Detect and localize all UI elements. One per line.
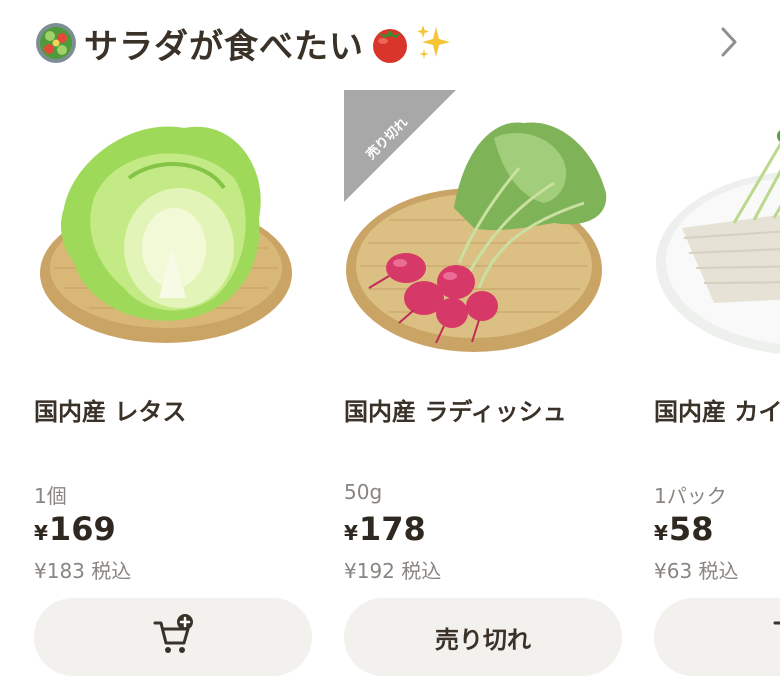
section-title: サラダが食べたい bbox=[84, 26, 364, 67]
tax-included-price: ¥192 税込 bbox=[344, 559, 442, 583]
product-price: ¥ 169 bbox=[34, 510, 116, 548]
currency-symbol: ¥ bbox=[34, 521, 48, 545]
section-header: サラダが食べたい bbox=[34, 18, 754, 68]
product-card[interactable]: 売り切れ 国内産 ラディッシュ 50g ¥ 178 ¥192 税込 売り切れ bbox=[344, 90, 624, 690]
add-to-cart-button[interactable] bbox=[34, 598, 312, 676]
add-to-cart-icon bbox=[771, 613, 780, 661]
product-name[interactable]: 国内産 ラディッシュ bbox=[344, 392, 567, 427]
price-value: 178 bbox=[358, 510, 426, 548]
product-carousel[interactable]: 国内産 レタス 1個 ¥ 169 ¥183 税込 売り切れ 国内産 ラディッシュ… bbox=[0, 90, 780, 695]
price-value: 169 bbox=[48, 510, 116, 548]
tomato-icon bbox=[368, 21, 412, 65]
product-price: ¥ 58 bbox=[654, 510, 713, 548]
product-card[interactable]: 国内産 カイ 1パック ¥ 58 ¥63 税込 bbox=[654, 90, 780, 690]
sold-out-button[interactable]: 売り切れ bbox=[344, 598, 622, 676]
sold-out-ribbon: 売り切れ bbox=[344, 90, 456, 202]
lettuce-image[interactable] bbox=[34, 98, 314, 363]
product-name[interactable]: 国内産 カイ bbox=[654, 392, 780, 427]
sparkles-icon bbox=[412, 21, 456, 65]
tax-included-price: ¥63 税込 bbox=[654, 559, 739, 583]
product-unit: 50g bbox=[344, 480, 383, 504]
price-value: 58 bbox=[668, 510, 714, 548]
product-unit: 1パック bbox=[654, 484, 727, 508]
product-card[interactable]: 国内産 レタス 1個 ¥ 169 ¥183 税込 bbox=[34, 90, 314, 690]
add-to-cart-icon bbox=[151, 613, 195, 661]
product-unit: 1個 bbox=[34, 484, 67, 508]
product-name[interactable]: 国内産 レタス bbox=[34, 392, 186, 427]
currency-symbol: ¥ bbox=[344, 521, 358, 545]
add-to-cart-button[interactable] bbox=[654, 598, 780, 676]
section-title-row: サラダが食べたい bbox=[34, 18, 456, 68]
currency-symbol: ¥ bbox=[654, 521, 668, 545]
product-price: ¥ 178 bbox=[344, 510, 426, 548]
tax-included-price: ¥183 税込 bbox=[34, 559, 132, 583]
sprouts-image[interactable] bbox=[654, 98, 780, 363]
chevron-right-icon[interactable] bbox=[714, 24, 744, 60]
salad-bowl-icon bbox=[34, 21, 78, 65]
sold-out-button-label: 売り切れ bbox=[435, 625, 531, 654]
